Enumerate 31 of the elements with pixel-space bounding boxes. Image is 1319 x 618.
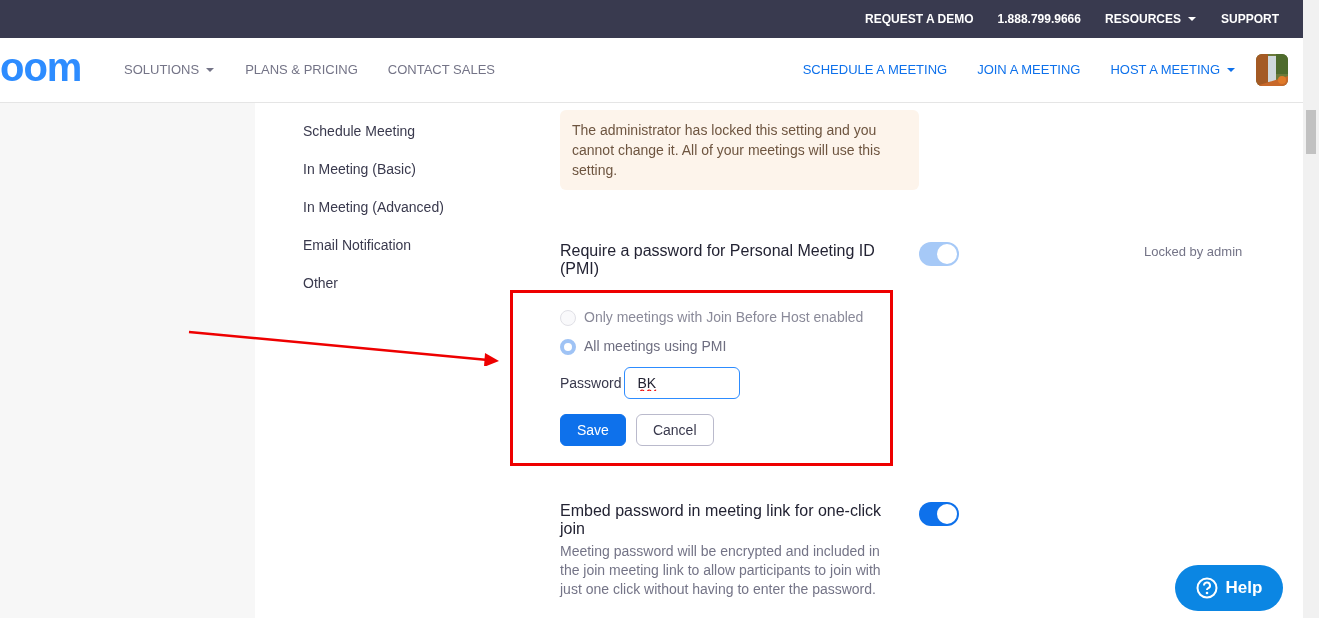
caret-icon [1187, 16, 1197, 22]
nav-link[interactable]: CONTACT SALES [387, 60, 495, 80]
toggle-switch[interactable] [919, 502, 959, 526]
nav-link[interactable]: HOST A MEETING [1110, 60, 1236, 80]
sidebar-item[interactable]: Email Notification [303, 235, 412, 273]
scrollbar[interactable] [1303, 0, 1319, 618]
notice-message: The administrator has locked this setting and you cannot change it. All of your meetings will use this setting. [560, 110, 919, 190]
setting-description: Meeting password will be encrypted and included in the join meeting link to allow participants to join with just one click without having to enter the password. [560, 542, 882, 599]
nav-link[interactable]: JOIN A MEETING [977, 60, 1081, 80]
setting-title: Require a password for Personal Meeting ID (PMI) [560, 242, 876, 278]
setting-title: Embed password in meeting link for one-click join [560, 502, 883, 538]
sidebar-item[interactable]: Other [303, 273, 338, 311]
radio-label: Only meetings with Join Before Host enabled [584, 308, 864, 327]
help-icon [1195, 577, 1218, 599]
nav-link[interactable]: REQUEST A DEMO [865, 10, 974, 28]
locked-status: Locked by admin [1144, 243, 1243, 261]
caret-icon [205, 67, 216, 73]
sidebar-item[interactable]: Schedule Meeting [303, 121, 416, 159]
nav-link[interactable]: SUPPORT [1221, 10, 1279, 28]
nav-link[interactable]: SCHEDULE A MEETING [802, 60, 948, 80]
nav-link[interactable]: 1.888.799.9666 [997, 10, 1081, 28]
sidebar-item[interactable]: In Meeting (Basic) [303, 159, 416, 197]
nav-link[interactable]: PLANS & PRICING [245, 60, 358, 80]
nav-link[interactable]: RESOURCES [1104, 10, 1197, 28]
caret-icon [1226, 67, 1236, 73]
nav-link[interactable]: SOLUTIONS [124, 60, 216, 80]
logo: oom [0, 47, 83, 91]
radio-label: All meetings using PMI [584, 337, 727, 356]
help-button[interactable]: Help [1175, 565, 1283, 611]
field-label: Password [560, 373, 622, 393]
sidebar-item[interactable]: In Meeting (Advanced) [303, 197, 444, 235]
